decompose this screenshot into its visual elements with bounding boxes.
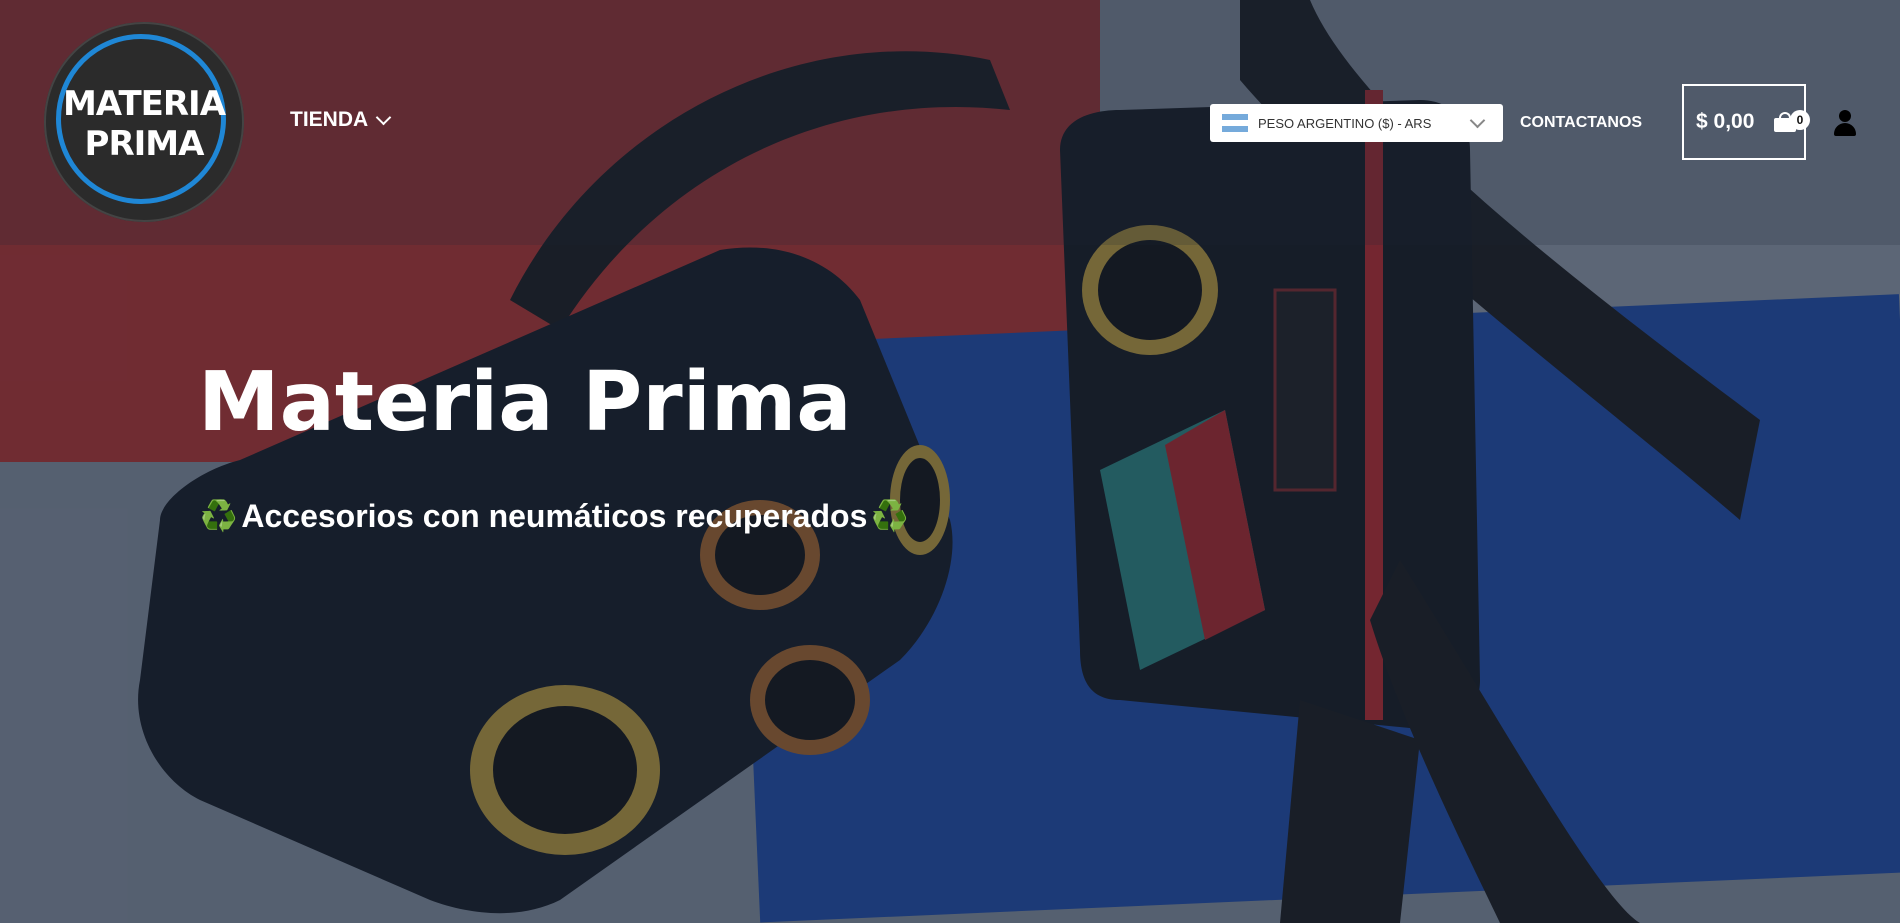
hero-section bbox=[0, 0, 1900, 923]
user-icon[interactable] bbox=[1834, 110, 1856, 136]
cart-total: $ 0,00 bbox=[1696, 110, 1755, 133]
currency-selector[interactable]: PESO ARGENTINO ($) - ARS bbox=[1210, 104, 1503, 142]
currency-selected-label: PESO ARGENTINO ($) - ARS bbox=[1258, 115, 1432, 131]
argentina-flag-icon bbox=[1222, 114, 1248, 132]
hero-subtitle: ♻️ Accesorios con neumáticos recuperados… bbox=[200, 498, 909, 535]
nav-tienda-menu[interactable]: TIENDA bbox=[290, 108, 392, 132]
site-logo[interactable]: MATERIA PRIMA bbox=[44, 22, 244, 222]
cart-button[interactable]: $ 0,00 bbox=[1682, 84, 1806, 160]
hero-title: Materia Prima bbox=[198, 355, 852, 450]
hero-subtitle-text: Accesorios con neumáticos recuperados bbox=[241, 498, 868, 534]
nav-contact-link[interactable]: CONTACTANOS bbox=[1520, 114, 1642, 132]
cart-count-badge: 0 bbox=[1790, 110, 1810, 130]
chevron-down-icon bbox=[375, 109, 392, 125]
logo-text: MATERIA PRIMA bbox=[62, 84, 226, 164]
recycle-icon: ♻️ bbox=[200, 500, 238, 533]
recycle-icon: ♻️ bbox=[871, 500, 909, 533]
chevron-down-icon bbox=[1469, 112, 1486, 128]
nav-tienda-label: TIENDA bbox=[290, 108, 369, 131]
